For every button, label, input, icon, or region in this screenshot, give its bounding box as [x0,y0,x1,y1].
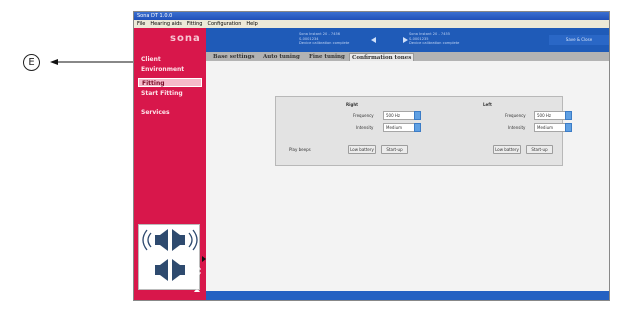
status-bar [206,291,609,300]
prev-device-icon[interactable] [371,37,376,43]
right-start-up-button[interactable]: Start-up [381,145,408,154]
callout-label: E [23,54,40,71]
left-intensity-value: Medium [537,125,553,130]
right-device-info: Sona Instant 20 - 7455 S-0001235 Device … [409,32,459,46]
window-title: Sona DT 1.0.0 [134,12,609,20]
sidebar-item-services[interactable]: Services [138,108,202,117]
menu-hearing-aids[interactable]: Hearing aids [150,20,182,28]
app-window: Sona DT 1.0.0 File Hearing aids Fitting … [133,11,610,301]
right-frequency-select[interactable]: 500 Hz [383,111,421,120]
user-icon[interactable] [193,284,201,292]
menu-configuration[interactable]: Configuration [207,20,241,28]
dropdown-icon[interactable] [565,111,572,120]
tab-confirmation-tones[interactable]: Confirmation tones [349,53,415,61]
device-header: Sona Instant 20 - 7456 S-0001234 Device … [206,28,609,52]
left-device-status: Device calibration complete [299,41,350,45]
sidebar-item-fitting[interactable]: Fitting [138,78,202,87]
right-frequency-value: 500 Hz [386,113,401,118]
brand-logo: sona [170,33,201,44]
sidebar: sona Client Environment Fitting Start Fi… [134,28,206,300]
expand-icon[interactable] [193,267,201,275]
right-frequency-label: Frequency [353,113,374,118]
menu-file[interactable]: File [137,20,145,28]
menu-help[interactable]: Help [246,20,257,28]
right-intensity-value: Medium [386,125,402,130]
left-low-battery-button[interactable]: Low battery [493,145,521,154]
right-intensity-select[interactable]: Medium [383,123,421,132]
sidebar-item-client[interactable]: Client [138,55,202,64]
play-beeps-label: Play beeps [289,147,311,152]
figure: E Sona DT 1.0.0 File Hearing aids Fittin… [0,0,625,314]
left-start-up-button[interactable]: Start-up [526,145,553,154]
menu-fitting[interactable]: Fitting [187,20,203,28]
left-device-info: Sona Instant 20 - 7456 S-0001234 Device … [299,32,349,46]
right-device-status: Device calibration complete [409,41,460,45]
sidebar-item-start-fitting[interactable]: Start Fitting [138,89,202,98]
left-frequency-value: 500 Hz [537,113,552,118]
right-intensity-label: Intensity [356,125,374,130]
next-device-icon[interactable] [403,37,408,43]
tab-base-settings[interactable]: Base settings [211,53,256,61]
left-frequency-label: Frequency [505,113,526,118]
speaker-panel [138,224,200,290]
left-intensity-select[interactable]: Medium [534,123,572,132]
confirmation-tones-panel: Right Left Frequency 500 Hz Intensity Me… [275,96,572,166]
menu-bar: File Hearing aids Fitting Configuration … [134,20,609,28]
dropdown-icon[interactable] [414,123,421,132]
main-content: Right Left Frequency 500 Hz Intensity Me… [206,61,609,291]
left-intensity-label: Intensity [508,125,526,130]
right-heading: Right [346,102,359,107]
speaker-icon [142,229,198,281]
left-frequency-select[interactable]: 500 Hz [534,111,572,120]
right-low-battery-button[interactable]: Low battery [348,145,376,154]
tab-auto-tuning[interactable]: Auto tuning [261,53,302,61]
tab-fine-tuning[interactable]: Fine tuning [307,53,347,61]
save-close-button[interactable]: Save & Close [549,35,609,45]
dropdown-icon[interactable] [565,123,572,132]
sidebar-item-environment[interactable]: Environment [138,65,202,74]
left-heading: Left [483,102,492,107]
tab-bar: Base settings Auto tuning Fine tuning Co… [206,52,609,61]
dropdown-icon[interactable] [414,111,421,120]
